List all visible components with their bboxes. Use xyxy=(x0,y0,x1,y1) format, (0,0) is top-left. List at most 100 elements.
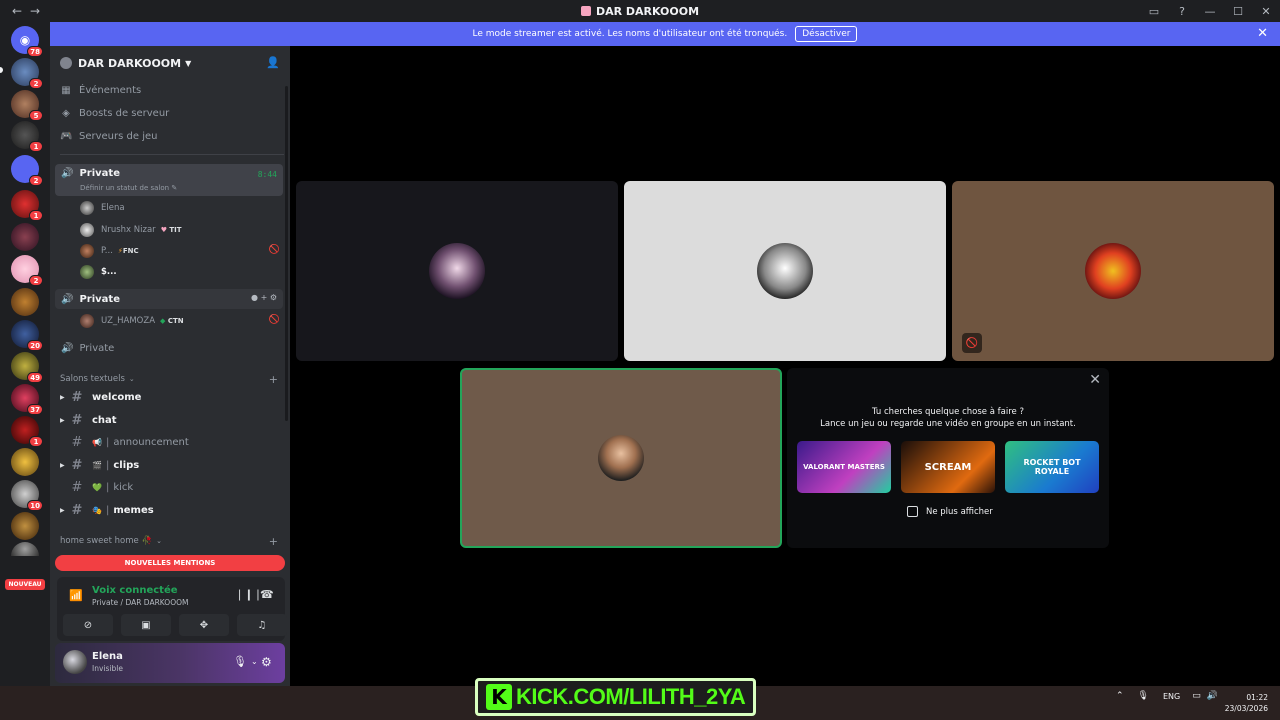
activity-card-scream[interactable]: SCREAM xyxy=(901,441,995,493)
minimize-button[interactable]: — xyxy=(1196,0,1224,22)
avatar xyxy=(80,314,94,328)
server-icon[interactable]: 49 xyxy=(11,352,43,383)
voice-channel-private[interactable]: 🔊 Private xyxy=(55,338,283,358)
chat-icon[interactable]: ● xyxy=(251,293,258,302)
maximize-button[interactable]: ☐ xyxy=(1224,0,1252,22)
channel-chat[interactable]: ▶ # chat xyxy=(60,410,284,430)
back-button[interactable]: ← xyxy=(8,4,26,18)
channel-welcome[interactable]: ▶ # welcome xyxy=(60,387,284,407)
member-name: Elena xyxy=(101,203,125,213)
unread-badge: 37 xyxy=(27,404,43,415)
voice-channel-private[interactable]: 🔊 Private ● + ⚙ xyxy=(55,289,283,309)
participant-tile[interactable] xyxy=(624,181,946,361)
camera-off-icon[interactable]: ⊘ xyxy=(63,614,113,636)
microphone-icon[interactable]: 🎙 xyxy=(233,655,247,668)
server-icon[interactable] xyxy=(11,223,39,251)
server-icon[interactable]: 1 xyxy=(11,190,43,221)
new-servers-label: NOUVEAU xyxy=(5,579,45,590)
gear-icon[interactable]: ⚙ xyxy=(270,293,277,302)
screen-share-icon[interactable]: ▣ xyxy=(121,614,171,636)
nav-boosts[interactable]: ◈ Boosts de serveur xyxy=(60,103,169,123)
close-icon[interactable]: ✕ xyxy=(1089,372,1101,388)
invite-icon[interactable]: 👤 xyxy=(266,56,280,69)
voice-actions: ⊘ ▣ ✥ ♫ xyxy=(63,614,287,636)
clock[interactable]: 01:22 23/03/2026 xyxy=(1225,692,1268,714)
guild-header[interactable]: DAR DARKOOOM ▼ 👤 xyxy=(50,46,290,80)
participant-tile-speaking[interactable] xyxy=(460,368,782,548)
server-icon[interactable]: 37 xyxy=(11,384,43,415)
scrollbar[interactable] xyxy=(285,86,288,421)
server-icon[interactable]: 10 xyxy=(11,480,43,511)
forward-button[interactable]: → xyxy=(26,4,44,18)
channel-status[interactable]: Définir un statut de salon ✎ xyxy=(80,184,177,192)
add-channel-icon[interactable]: + xyxy=(269,373,278,386)
close-window-button[interactable]: ✕ xyxy=(1252,0,1280,22)
nav-label: Serveurs de jeu xyxy=(79,130,158,142)
server-icon[interactable]: 20 xyxy=(11,320,43,351)
help-icon[interactable]: ? xyxy=(1168,0,1196,22)
channel-clips[interactable]: ▶ # 🎬 | clips xyxy=(60,455,284,475)
microphone-icon[interactable]: 🎙 xyxy=(1138,691,1149,701)
gear-icon[interactable]: ⚙ xyxy=(261,655,272,669)
channel-kick[interactable]: # 💚 | kick xyxy=(60,477,284,497)
channel-name: kick xyxy=(113,481,134,493)
checkbox-box[interactable] xyxy=(907,506,918,517)
avatar[interactable] xyxy=(63,650,87,674)
calendar-icon: ▦ xyxy=(61,84,71,96)
add-member-icon[interactable]: + xyxy=(261,293,268,302)
kick-overlay: K KICK.COM/LILITH_2YA xyxy=(475,678,757,716)
server-icon[interactable]: 2 xyxy=(11,58,43,89)
network-icon[interactable]: ▭ xyxy=(1192,691,1201,701)
voice-status-channel[interactable]: Private / DAR DARKOOOM xyxy=(92,598,189,607)
disconnect-icon[interactable]: ☎ xyxy=(260,588,274,601)
tag-text: TIT xyxy=(169,226,182,234)
inbox-icon[interactable]: ▭ xyxy=(1140,0,1168,22)
diamond-icon: ◆ xyxy=(160,317,166,325)
server-icon[interactable]: 5 xyxy=(11,90,43,121)
checkbox-label: Ne plus afficher xyxy=(926,506,993,517)
server-icon[interactable]: 1 xyxy=(11,121,43,152)
voice-status-title[interactable]: Voix connectée xyxy=(92,585,178,596)
server-icon[interactable] xyxy=(11,288,39,316)
hash-icon: # xyxy=(71,502,83,518)
participant-tile[interactable]: 🚫 xyxy=(952,181,1274,361)
channel-announcement[interactable]: # 📢 | announcement xyxy=(60,432,284,452)
voice-member[interactable]: Elena xyxy=(80,199,125,217)
soundboard-icon[interactable]: ♫ xyxy=(237,614,287,636)
activities-icon[interactable]: ✥ xyxy=(179,614,229,636)
category-text-channels[interactable]: Salons textuels ⌄ + xyxy=(60,372,284,386)
expand-icon: ▶ xyxy=(60,461,65,469)
user-name[interactable]: Elena xyxy=(92,651,123,662)
voice-member[interactable]: UZ_HAMOZA ◆ CTN xyxy=(80,312,184,330)
voice-member[interactable]: Nrushx Nizar ♥ TIT xyxy=(80,221,182,239)
activity-card-rocket-bot[interactable]: ROCKET BOT ROYALE xyxy=(1005,441,1099,493)
server-icon[interactable]: 2 xyxy=(11,255,43,286)
activity-card-valorant[interactable]: VALORANT MASTERS xyxy=(797,441,891,493)
close-icon[interactable]: ✕ xyxy=(1257,26,1268,41)
muted-icon: 🚫 xyxy=(268,245,280,255)
voice-member[interactable]: $... xyxy=(80,263,117,281)
language-indicator[interactable]: ENG xyxy=(1163,692,1180,701)
chevron-down-icon[interactable]: ⌄ xyxy=(251,657,258,666)
noise-suppression-icon[interactable]: ❘❙❘ xyxy=(235,588,263,601)
server-icon[interactable] xyxy=(11,542,39,556)
channel-memes[interactable]: ▶ # 🎭 | memes xyxy=(60,500,284,520)
nav-events[interactable]: ▦ Événements xyxy=(60,80,141,100)
new-mentions-button[interactable]: NOUVELLES MENTIONS xyxy=(55,555,285,571)
disable-streamer-button[interactable]: Désactiver xyxy=(795,26,858,42)
dont-show-again-checkbox[interactable]: Ne plus afficher xyxy=(907,506,993,517)
voice-member[interactable]: P... ⚡FNC xyxy=(80,242,139,260)
server-icon[interactable]: 1 xyxy=(11,416,43,447)
server-icon[interactable]: 2 xyxy=(11,155,43,186)
signal-icon[interactable]: 📶 xyxy=(69,589,83,602)
server-icon[interactable] xyxy=(11,448,39,476)
participant-tile[interactable] xyxy=(296,181,618,361)
category-home[interactable]: home sweet home 🥀 ⌄ + xyxy=(60,534,284,548)
chevron-up-icon[interactable]: ⌃ xyxy=(1116,691,1124,701)
unread-badge: 1 xyxy=(29,210,43,221)
server-icon[interactable] xyxy=(11,512,39,540)
nav-game-servers[interactable]: 🎮 Serveurs de jeu xyxy=(60,126,157,146)
add-channel-icon[interactable]: + xyxy=(269,535,278,548)
home-button[interactable]: ◉ 78 xyxy=(11,26,43,57)
volume-icon[interactable]: 🔊 xyxy=(1207,691,1218,701)
